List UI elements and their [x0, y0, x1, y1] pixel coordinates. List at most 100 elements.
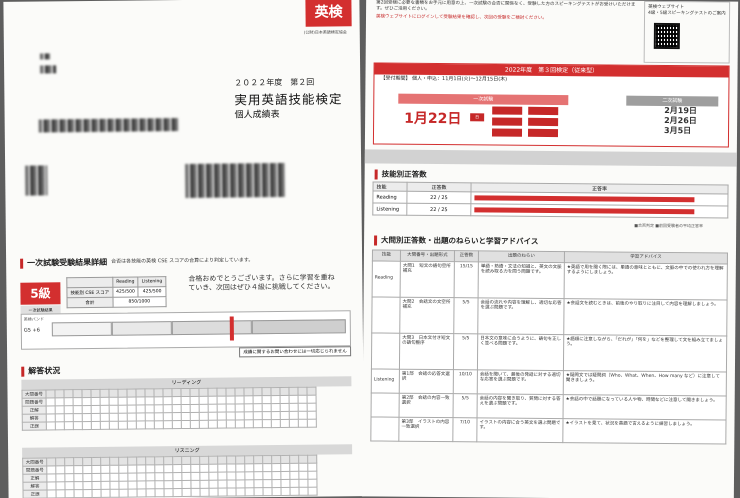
answer-cell: [109, 397, 119, 406]
answer-cell: [280, 411, 290, 420]
answer-cell: [172, 404, 182, 413]
answer-cell: [243, 387, 254, 396]
answer-cell: [163, 472, 173, 481]
advice-row: Listening 第1部 会話の応答文選択 10/10 会話を聞いて、最後の発話に対…: [371, 368, 727, 396]
answer-cell: [181, 396, 191, 405]
answer-cell: [244, 479, 255, 488]
advice-skill: [371, 332, 400, 369]
answer-cell: [91, 421, 101, 430]
answer-cell: [289, 411, 299, 420]
answer-cell: [288, 387, 299, 396]
heading-accent: [374, 234, 378, 245]
answer-cell: [136, 472, 146, 482]
advice-item: 大問3 日本文付き短文の語句整序: [399, 332, 454, 370]
answer-cell: [226, 403, 236, 413]
advice-row: 大問2 会話文の文空所補充 5/5 会話の流れや内容を理解し、適切な応答を選ぶ問題で…: [371, 296, 728, 336]
answer-cell: [208, 404, 218, 413]
answer-cell: [272, 487, 282, 496]
answer-cell: [182, 488, 192, 497]
band-tier: [51, 321, 112, 337]
answer-cell: [254, 487, 264, 496]
answer-cell: [64, 397, 74, 406]
answer-cell: [65, 489, 75, 498]
answer-cell: [172, 396, 182, 405]
answer-cell: [163, 480, 174, 489]
answer-cell: [198, 388, 209, 397]
answer-cell: [262, 411, 272, 420]
answer-cell: [208, 420, 218, 429]
answer-cell: [109, 457, 119, 466]
answer-cell: [235, 479, 246, 488]
answer-cell: [100, 465, 110, 474]
advice-aim: 会話を聞いて、最後の発話に対する適切な応答を選ぶ問題です。: [477, 369, 564, 395]
advice-advice: ★会話文を読むときは、前後のやり取りに注目して内容を理解しましょう。: [563, 298, 728, 336]
grid-row-label: 解答: [22, 481, 48, 491]
answer-cell: [298, 479, 309, 488]
advice-skill: [370, 416, 400, 441]
answer-cell: [280, 403, 290, 412]
heading-accent: [20, 258, 24, 269]
answer-cell: [236, 487, 246, 496]
advice-aim: イラストの内容に合う英文を選ぶ問題です。: [476, 417, 564, 443]
advice-skill: Reading: [372, 260, 401, 297]
answer-cell: [270, 387, 281, 396]
answer-cell: [90, 389, 101, 398]
advice-skill: Listening: [371, 368, 400, 393]
answer-cell: [262, 395, 272, 404]
answer-cell: [145, 420, 155, 429]
answer-cell: [118, 481, 129, 490]
answer-cell: [109, 413, 119, 422]
skill-legend: ■合否判定 ■前回受験者の平均正答率: [634, 222, 704, 229]
answer-cell: [217, 396, 227, 405]
answer-cell: [262, 403, 272, 412]
answer-cell: [235, 395, 245, 404]
answer-cell: [298, 395, 308, 404]
answer-cell: [199, 464, 209, 473]
reading-score: 425/500: [112, 286, 139, 298]
answer-cell: [91, 413, 101, 422]
answer-cell: [290, 487, 300, 496]
answer-cell: [218, 488, 228, 497]
date-slot: [527, 128, 559, 138]
band-tier: [171, 320, 252, 336]
answer-cell: [190, 456, 200, 465]
answer-cell: [181, 404, 191, 413]
header-reading: Reading: [112, 276, 139, 288]
answer-cell: [127, 413, 137, 422]
skill-count: 22 / 25: [406, 203, 471, 216]
answer-cell: [289, 455, 299, 464]
answer-cell: [163, 412, 173, 421]
section-heading-advice: 大問別正答数・出題のねらいと学習アドバイス: [374, 234, 538, 246]
answer-cell: [190, 480, 201, 489]
listening-score: 425/500: [138, 286, 166, 297]
answer-cell: [127, 421, 137, 430]
answer-cell: [298, 463, 308, 472]
answer-cell: [64, 421, 74, 430]
grid-row-label: 正誤: [23, 489, 48, 498]
answer-cell: [181, 420, 191, 429]
heading-accent: [21, 366, 25, 377]
answer-cell: [297, 387, 308, 396]
answer-cell: [101, 489, 111, 498]
answer-cell: [46, 405, 56, 414]
score-report-right-sheet: 第2回受検に必要な書類をお手元に用意の上、一次試験の合否に関係なく、受験した方の…: [361, 0, 739, 498]
band-tier: [251, 319, 346, 335]
skill-count: 22 / 25: [406, 191, 471, 204]
answer-cell: [190, 412, 200, 421]
answer-cell: [253, 395, 263, 404]
answer-cell: [209, 488, 219, 497]
answer-cell: [308, 487, 318, 496]
answer-cell: [154, 412, 164, 421]
answer-cell: [262, 463, 272, 472]
answer-cell: [245, 487, 255, 496]
answer-cell: [307, 411, 317, 420]
answer-cell: [289, 471, 299, 480]
advice-header: 技能: [372, 249, 401, 261]
answer-cell: [127, 481, 138, 490]
first-stage-day: 日: [470, 113, 485, 122]
answer-cell: [109, 473, 119, 482]
answer-cell: [306, 387, 317, 396]
answer-cell: [55, 465, 65, 474]
answer-cell: [244, 403, 254, 412]
answer-cell: [163, 456, 173, 465]
